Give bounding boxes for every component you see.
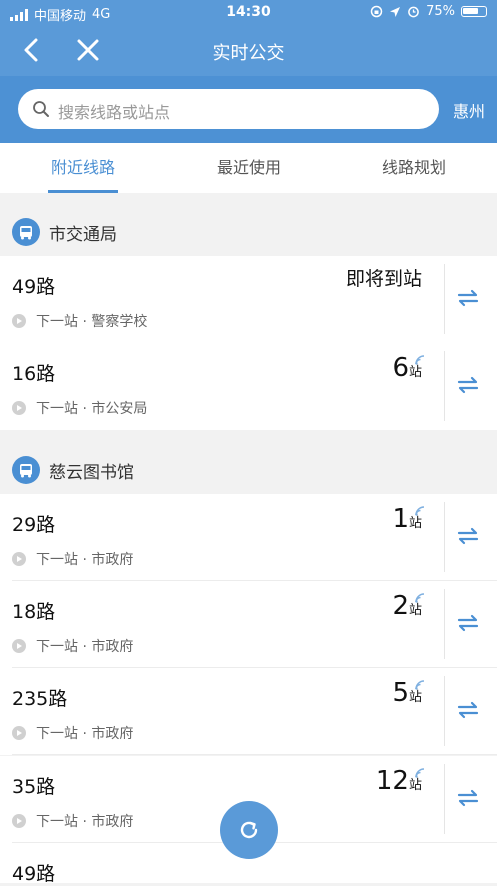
- alarm-icon: [408, 6, 419, 18]
- next-stop: 下一站 · 市政府: [12, 549, 133, 569]
- route-line: 29路: [12, 514, 56, 536]
- arrival-text: 即将到站: [345, 268, 422, 290]
- tab-label: 最近使用: [216, 158, 281, 177]
- stops-count: 1: [392, 504, 409, 534]
- tab-route-planning[interactable]: 线路规划: [331, 143, 497, 193]
- bus-icon: [12, 456, 40, 484]
- swap-direction-icon[interactable]: [456, 786, 480, 810]
- next-stop: 下一站 · 市政府: [12, 636, 133, 656]
- arrival-info: 即将到站: [346, 264, 422, 291]
- stops-unit: 站: [408, 690, 422, 705]
- divider: [444, 764, 445, 834]
- page-title: 实时公交: [212, 43, 285, 64]
- route-line: 35路: [12, 776, 56, 798]
- search-input[interactable]: 搜索线路或站点: [18, 89, 439, 129]
- realtime-signal-icon: [415, 506, 425, 516]
- route-line: 235路: [12, 688, 68, 710]
- stops-count: 5: [392, 678, 409, 708]
- route-line: 49路: [12, 276, 56, 298]
- next-stop-label: 下一站 · 市政府: [36, 814, 134, 830]
- tab-label: 附近线路: [50, 158, 115, 177]
- next-stop-label: 下一站 · 警察学校: [36, 314, 148, 330]
- play-icon: [12, 314, 26, 328]
- next-stop: 下一站 · 市政府: [12, 811, 133, 831]
- route-row[interactable]: 16路 6站 下一站 · 市公安局: [0, 343, 497, 430]
- nav-bar: 实时公交: [0, 26, 497, 76]
- stops-unit: 站: [408, 516, 422, 531]
- swap-direction-icon[interactable]: [456, 286, 480, 310]
- city-selector[interactable]: 惠州: [453, 98, 485, 122]
- station-name: 市交通局: [49, 225, 117, 245]
- tab-bar: 附近线路 最近使用 线路规划: [0, 143, 497, 193]
- row-divider: [12, 754, 497, 755]
- station-header[interactable]: 慈云图书馆: [0, 445, 497, 489]
- next-stop-label: 下一站 · 市政府: [36, 552, 134, 568]
- next-stop: 下一站 · 市政府: [12, 723, 133, 743]
- divider: [444, 351, 445, 421]
- swap-direction-icon[interactable]: [456, 611, 480, 635]
- stops-unit: 站: [408, 365, 422, 380]
- play-icon: [12, 401, 26, 415]
- swap-direction-icon[interactable]: [456, 524, 480, 548]
- next-stop-label: 下一站 · 市公安局: [36, 401, 148, 417]
- realtime-signal-icon: [415, 680, 425, 690]
- next-stop: 下一站 · 市公安局: [12, 398, 147, 418]
- route-line: 16路: [12, 363, 56, 385]
- search-placeholder: 搜索线路或站点: [58, 103, 171, 122]
- stops-count: 2: [392, 591, 409, 621]
- play-icon: [12, 726, 26, 740]
- divider: [444, 264, 445, 334]
- next-stop-label: 下一站 · 市政府: [36, 639, 134, 655]
- route-row[interactable]: 235路 5站 下一站 · 市政府: [0, 668, 497, 755]
- refresh-icon: [240, 821, 258, 839]
- swap-direction-icon[interactable]: [456, 698, 480, 722]
- search-bar: 搜索线路或站点 惠州: [0, 76, 497, 143]
- battery-fill: [463, 8, 478, 14]
- play-icon: [12, 814, 26, 828]
- stops-unit: 站: [408, 778, 422, 793]
- search-icon: [33, 101, 49, 117]
- bus-icon: [12, 218, 40, 246]
- stops-count: 6: [392, 353, 409, 383]
- realtime-signal-icon: [415, 355, 425, 365]
- route-row[interactable]: 18路 2站 下一站 · 市政府: [0, 581, 497, 668]
- orientation-lock-icon: [370, 5, 383, 18]
- divider: [444, 676, 445, 746]
- realtime-signal-icon: [415, 768, 425, 778]
- stops-unit: 站: [408, 603, 422, 618]
- route-row[interactable]: 29路 1站 下一站 · 市政府: [0, 494, 497, 581]
- battery-percent: 75%: [426, 4, 455, 19]
- swap-direction-icon[interactable]: [456, 373, 480, 397]
- divider: [444, 589, 445, 659]
- status-right: 75%: [370, 4, 487, 19]
- tab-label: 线路规划: [381, 158, 446, 177]
- play-icon: [12, 552, 26, 566]
- battery-icon: [461, 6, 487, 17]
- route-line: 49路: [12, 863, 56, 885]
- tab-recent[interactable]: 最近使用: [166, 143, 332, 193]
- stops-count: 12: [375, 766, 409, 796]
- divider: [444, 502, 445, 572]
- tab-underline: [48, 190, 118, 193]
- play-icon: [12, 639, 26, 653]
- next-stop: 下一站 · 警察学校: [12, 311, 147, 331]
- route-line: 18路: [12, 601, 56, 623]
- refresh-button[interactable]: [220, 801, 278, 859]
- station-name: 慈云图书馆: [49, 463, 134, 483]
- station-header[interactable]: 市交通局: [0, 207, 497, 251]
- location-icon: [390, 6, 401, 17]
- route-row[interactable]: 49路 即将到站 下一站 · 警察学校: [0, 256, 497, 343]
- status-bar: 中国移动 4G 14:30 75%: [0, 0, 497, 26]
- realtime-signal-icon: [415, 593, 425, 603]
- tab-nearby[interactable]: 附近线路: [0, 143, 166, 193]
- next-stop-label: 下一站 · 市政府: [36, 726, 134, 742]
